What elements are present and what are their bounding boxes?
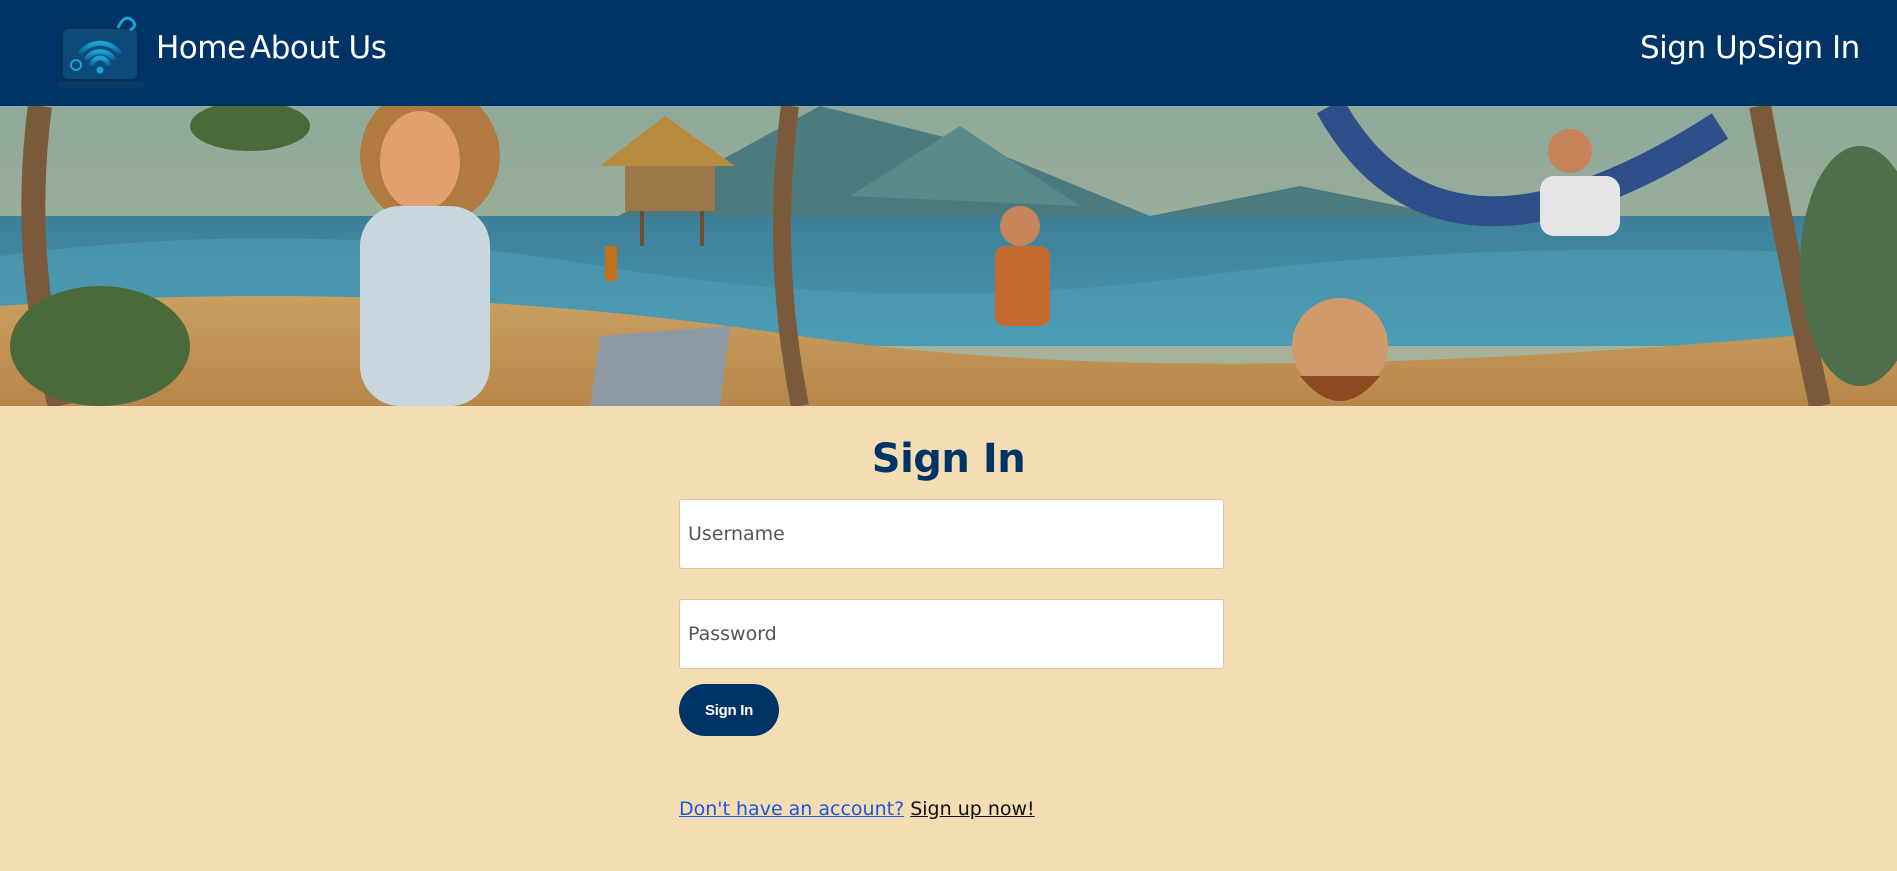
signup-prompt-text[interactable]: Don't have an account?	[679, 798, 904, 820]
nav-signin-link[interactable]: Sign In	[1757, 30, 1860, 66]
username-input[interactable]	[679, 499, 1224, 569]
nav-home-link[interactable]: Home	[156, 30, 246, 66]
signup-prompt: Don't have an account? Sign up now!	[679, 798, 1035, 820]
nav-signup-link[interactable]: Sign Up	[1640, 30, 1757, 66]
page-title: Sign In	[871, 436, 1026, 482]
wifi-laptop-logo-icon[interactable]	[58, 10, 146, 90]
hero-banner-illustration	[0, 106, 1897, 406]
signin-submit-button[interactable]: Sign In	[679, 684, 779, 736]
top-navbar: Home About Us Sign Up Sign In	[0, 0, 1897, 106]
password-input[interactable]	[679, 599, 1224, 669]
signup-now-link[interactable]: Sign up now!	[910, 798, 1034, 820]
nav-about-link[interactable]: About Us	[250, 30, 387, 66]
